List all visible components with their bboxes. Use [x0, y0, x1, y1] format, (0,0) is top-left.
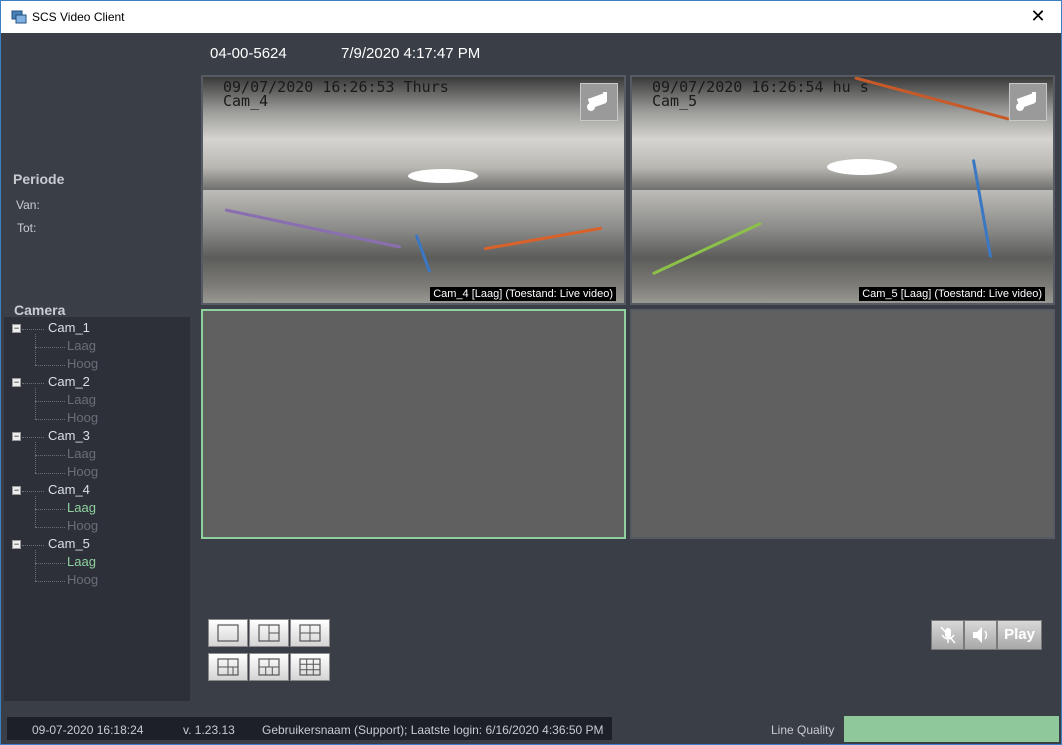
tree-item-stream-laag[interactable]: Laag	[67, 338, 96, 353]
tree-connector	[35, 455, 65, 456]
tree-connector	[35, 388, 36, 419]
mute-button[interactable]	[931, 620, 964, 650]
tree-connector	[35, 509, 65, 510]
title-bar: SCS Video Client ✕	[1, 1, 1061, 33]
tree-connector	[35, 527, 65, 528]
app-icon	[11, 10, 27, 24]
layout-2x3-button[interactable]	[249, 653, 289, 681]
stream-caption: Cam_4 [Laag] (Toestand: Live video)	[430, 287, 616, 301]
tree-item-cam-3[interactable]: Cam_3	[48, 428, 90, 443]
layout-1x1-button[interactable]	[208, 619, 248, 647]
tree-connector	[35, 401, 65, 402]
speaker-icon	[973, 627, 988, 643]
tree-item-cam-5[interactable]: Cam_5	[48, 536, 90, 551]
one-plus-three-icon	[217, 658, 239, 676]
tree-connector	[22, 383, 44, 384]
tree-connector	[22, 491, 44, 492]
tree-connector	[35, 581, 65, 582]
microphone-muted-icon	[940, 626, 956, 644]
tree-item-stream-laag[interactable]: Laag	[67, 500, 96, 515]
window-title: SCS Video Client	[32, 10, 125, 24]
tree-item-cam-1[interactable]: Cam_1	[48, 320, 90, 335]
video-tile-empty[interactable]	[630, 309, 1055, 539]
ceiling-light	[827, 159, 897, 175]
tree-collapse-icon[interactable]: −	[12, 540, 21, 549]
app-window: SCS Video Client ✕ Periode Van: Tot: Cam…	[0, 0, 1062, 745]
osd-camera-name: Cam_4	[223, 92, 269, 110]
camera-heading: Camera	[14, 302, 66, 318]
video-tile-cam-4[interactable]: 09/07/2020 16:26:53 Thurs Cam_4 Cam_4 [L…	[201, 75, 626, 305]
osd-camera-name: Cam_5	[652, 92, 698, 110]
status-datetime: 09-07-2020 16:18:24	[32, 723, 144, 737]
status-version: v. 1.23.13	[183, 723, 235, 737]
close-button[interactable]: ✕	[1015, 1, 1061, 33]
tree-collapse-icon[interactable]: −	[12, 486, 21, 495]
tree-connector	[22, 437, 44, 438]
tree-item-cam-4[interactable]: Cam_4	[48, 482, 90, 497]
tree-item-stream-hoog[interactable]: Hoog	[67, 410, 98, 425]
tree-item-stream-laag[interactable]: Laag	[67, 446, 96, 461]
tree-item-stream-hoog[interactable]: Hoog	[67, 572, 98, 587]
tree-item-stream-laag[interactable]: Laag	[67, 554, 96, 569]
tot-label: Tot:	[17, 221, 37, 235]
camera-icon	[1009, 83, 1047, 121]
tree-item-cam-2[interactable]: Cam_2	[48, 374, 90, 389]
status-bar: 09-07-2020 16:18:24 v. 1.23.13 Gebruiker…	[4, 716, 1059, 742]
ceiling-light	[408, 169, 478, 183]
device-id: 04-00-5624	[210, 45, 287, 62]
speaker-button[interactable]	[964, 620, 997, 650]
client-area: Periode Van: Tot: Camera − Cam_1 Laag Hoog −…	[4, 34, 1059, 742]
tree-connector	[35, 442, 36, 473]
layout-1plus2-button[interactable]	[249, 619, 289, 647]
sidebar: Periode Van: Tot: Camera − Cam_1 Laag Hoog −…	[4, 34, 190, 701]
tree-connector	[35, 563, 65, 564]
close-icon: ✕	[1030, 6, 1046, 26]
tree-connector	[35, 473, 65, 474]
stream-caption: Cam_5 [Laag] (Toestand: Live video)	[859, 287, 1045, 301]
tree-connector	[35, 365, 65, 366]
nine-view-icon	[299, 658, 321, 676]
tree-collapse-icon[interactable]: −	[12, 378, 21, 387]
six-view-icon	[258, 658, 280, 676]
tree-connector	[35, 550, 36, 581]
tree-collapse-icon[interactable]: −	[12, 324, 21, 333]
video-tile-empty-selected[interactable]	[201, 309, 626, 539]
tree-connector	[35, 347, 65, 348]
layout-1plus3-button[interactable]	[208, 653, 248, 681]
line-quality-label: Line Quality	[771, 723, 835, 737]
layout-2x2-button[interactable]	[290, 619, 330, 647]
tree-item-stream-hoog[interactable]: Hoog	[67, 356, 98, 371]
tree-item-stream-hoog[interactable]: Hoog	[67, 464, 98, 479]
single-view-icon	[217, 624, 239, 642]
current-datetime: 7/9/2020 4:17:47 PM	[341, 45, 481, 62]
tree-item-stream-hoog[interactable]: Hoog	[67, 518, 98, 533]
camera-icon	[580, 83, 618, 121]
play-button[interactable]: Play	[997, 620, 1042, 650]
tree-connector	[22, 329, 44, 330]
layout-3x3-button[interactable]	[290, 653, 330, 681]
line-quality-indicator	[844, 716, 1059, 742]
tree-connector	[22, 545, 44, 546]
quad-view-icon	[299, 624, 321, 642]
one-plus-two-icon	[258, 624, 280, 642]
camera-tree: − Cam_1 Laag Hoog − Cam_2 Laag Hoog − Cam_3 Laag Ho…	[4, 317, 190, 701]
tree-connector	[35, 496, 36, 527]
status-user-info: Gebruikersnaam (Support); Laatste login:…	[262, 723, 604, 737]
tree-connector	[35, 419, 65, 420]
video-tile-cam-5[interactable]: 09/07/2020 16:26:54 hu s Cam_5 Cam_5 [La…	[630, 75, 1055, 305]
van-label: Van:	[16, 198, 40, 212]
status-info-panel: 09-07-2020 16:18:24 v. 1.23.13 Gebruiker…	[7, 717, 612, 740]
tree-connector	[35, 334, 36, 365]
tree-item-stream-laag[interactable]: Laag	[67, 392, 96, 407]
periode-heading: Periode	[13, 171, 65, 187]
tree-collapse-icon[interactable]: −	[12, 432, 21, 441]
